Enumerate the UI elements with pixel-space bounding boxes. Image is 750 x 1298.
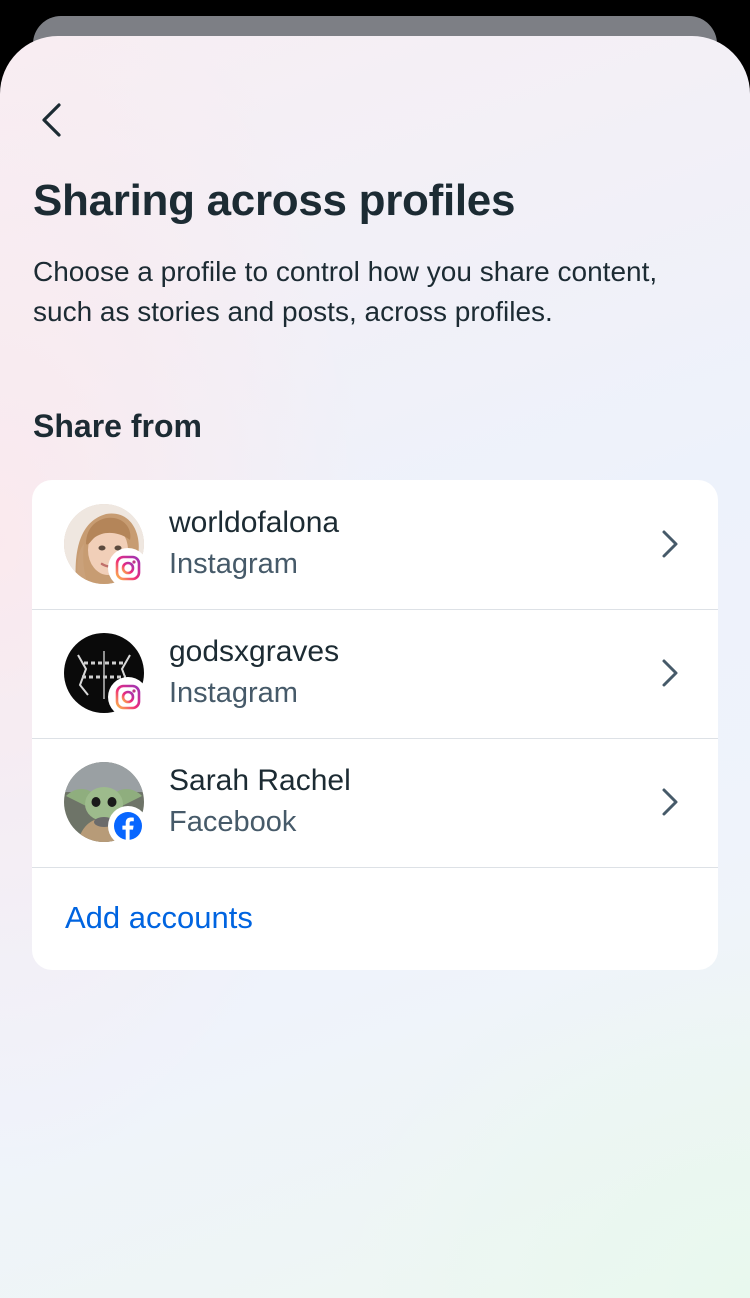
- instagram-icon: [115, 684, 141, 710]
- profile-row-sarah-rachel[interactable]: Sarah Rachel Facebook: [32, 738, 718, 868]
- page-description: Choose a profile to control how you shar…: [33, 256, 658, 327]
- profiles-card: worldofalona Instagram godsxgraves Insta…: [32, 480, 718, 970]
- chevron-right-icon: [662, 788, 678, 816]
- profile-name: worldofalona: [169, 506, 340, 539]
- chevron-right-icon: [662, 659, 678, 687]
- page-title: Sharing across profiles: [33, 176, 516, 225]
- facebook-icon: [114, 812, 142, 840]
- instagram-icon: [115, 555, 141, 581]
- chevron-left-icon: [42, 103, 61, 137]
- sharing-profiles-sheet: Sharing across profiles Choose a profile…: [0, 36, 750, 1298]
- profile-platform: Instagram: [169, 677, 298, 709]
- profile-row-worldofalona[interactable]: worldofalona Instagram: [32, 480, 718, 610]
- instagram-badge: [108, 548, 148, 588]
- back-button[interactable]: [30, 98, 74, 142]
- instagram-badge: [108, 677, 148, 717]
- facebook-badge: [108, 806, 148, 846]
- profile-platform: Facebook: [169, 806, 297, 838]
- profile-name: Sarah Rachel: [169, 764, 351, 797]
- profile-name: godsxgraves: [169, 635, 340, 668]
- profile-platform: Instagram: [169, 548, 298, 580]
- section-label-share-from: Share from: [33, 408, 202, 444]
- add-accounts-link[interactable]: Add accounts: [65, 900, 253, 936]
- profile-row-godsxgraves[interactable]: godsxgraves Instagram: [32, 609, 718, 739]
- chevron-right-icon: [662, 530, 678, 558]
